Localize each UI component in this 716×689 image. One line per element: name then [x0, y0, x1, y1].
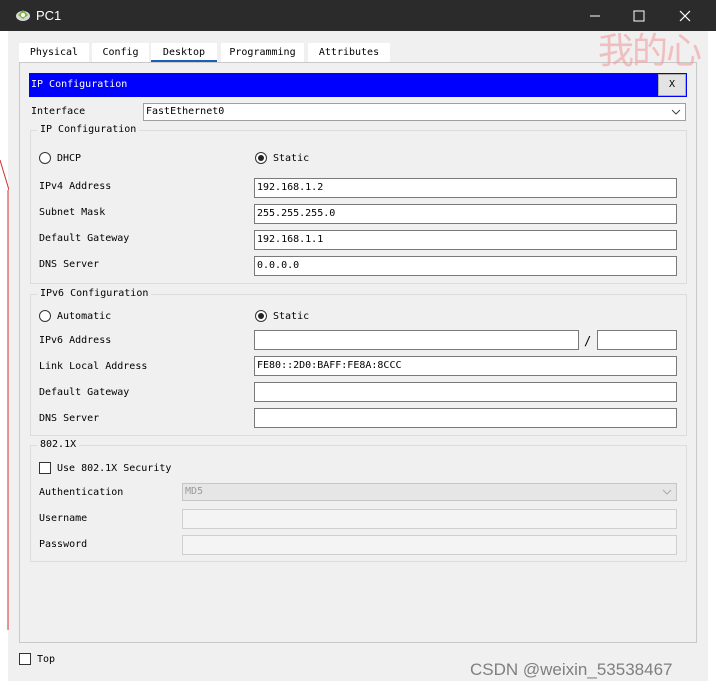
- decorative-red-line: [0, 159, 9, 630]
- ipv4-group-title: IP Configuration: [37, 124, 140, 135]
- authentication-value: MD5: [185, 486, 204, 497]
- automatic-radio[interactable]: [39, 310, 51, 322]
- close-icon: [679, 10, 691, 21]
- dot1x-group-title: 802.1X: [37, 439, 80, 450]
- ipv6-dns-server-label: DNS Server: [39, 413, 100, 424]
- username-field[interactable]: [182, 509, 677, 529]
- tab-programming[interactable]: Programming: [221, 43, 304, 62]
- automatic-label: Automatic: [57, 311, 112, 322]
- ipv6-address-label: IPv6 Address: [39, 335, 112, 346]
- default-gateway-field[interactable]: 192.168.1.1: [254, 230, 677, 250]
- subnet-mask-label: Subnet Mask: [39, 207, 106, 218]
- packet-tracer-pc-icon: [16, 10, 30, 21]
- dns-server-field[interactable]: 0.0.0.0: [254, 256, 677, 276]
- use-8021x-checkbox[interactable]: [39, 462, 51, 474]
- ipv6-static-label: Static: [273, 311, 310, 322]
- authentication-label: Authentication: [39, 487, 124, 498]
- ipv6-static-radio[interactable]: [255, 310, 267, 322]
- prefix-separator: /: [584, 334, 592, 348]
- ip-configuration-close-button[interactable]: X: [658, 74, 686, 96]
- ipv6-default-gateway-label: Default Gateway: [39, 387, 130, 398]
- ip-configuration-header: IP Configuration: [29, 73, 687, 97]
- ipv6-dns-server-field[interactable]: [254, 408, 677, 428]
- maximize-icon: [633, 10, 645, 21]
- ipv6-prefix-field[interactable]: [597, 330, 677, 350]
- chevron-down-icon: [662, 489, 672, 495]
- authentication-select[interactable]: MD5: [182, 483, 677, 501]
- tab-desktop[interactable]: Desktop: [151, 43, 217, 62]
- interface-select[interactable]: FastEthernet0: [143, 103, 686, 121]
- tab-attributes[interactable]: Attributes: [308, 43, 390, 62]
- ipv4-address-label: IPv4 Address: [39, 181, 112, 192]
- interface-value: FastEthernet0: [146, 106, 225, 117]
- default-gateway-label: Default Gateway: [39, 233, 130, 244]
- window-title: PC1: [36, 8, 62, 23]
- password-label: Password: [39, 539, 88, 550]
- tab-physical[interactable]: Physical: [19, 43, 89, 62]
- ip-configuration-title: IP Configuration: [31, 79, 128, 90]
- chinese-watermark: 我的心: [598, 31, 702, 72]
- username-label: Username: [39, 513, 88, 524]
- link-local-address-field[interactable]: FE80::2D0:BAFF:FE8A:8CCC: [254, 356, 677, 376]
- static-label: Static: [273, 153, 310, 164]
- chevron-down-icon: [671, 109, 681, 115]
- use-8021x-label: Use 802.1X Security: [57, 463, 172, 474]
- link-local-address-label: Link Local Address: [39, 361, 148, 372]
- tab-config[interactable]: Config: [92, 43, 149, 62]
- ipv4-address-field[interactable]: 192.168.1.2: [254, 178, 677, 198]
- dns-server-label: DNS Server: [39, 259, 100, 270]
- csdn-watermark: CSDN @weixin_53538467: [470, 660, 673, 679]
- interface-label: Interface: [31, 106, 86, 117]
- ipv6-address-field[interactable]: [254, 330, 579, 350]
- ipv6-default-gateway-field[interactable]: [254, 382, 677, 402]
- password-field[interactable]: [182, 535, 677, 555]
- top-checkbox[interactable]: [19, 653, 31, 665]
- static-radio[interactable]: [255, 152, 267, 164]
- minimize-icon: [590, 15, 600, 16]
- dhcp-radio[interactable]: [39, 152, 51, 164]
- top-label: Top: [37, 654, 56, 665]
- ipv6-group-title: IPv6 Configuration: [37, 288, 152, 299]
- dhcp-label: DHCP: [57, 153, 82, 164]
- subnet-mask-field[interactable]: 255.255.255.0: [254, 204, 677, 224]
